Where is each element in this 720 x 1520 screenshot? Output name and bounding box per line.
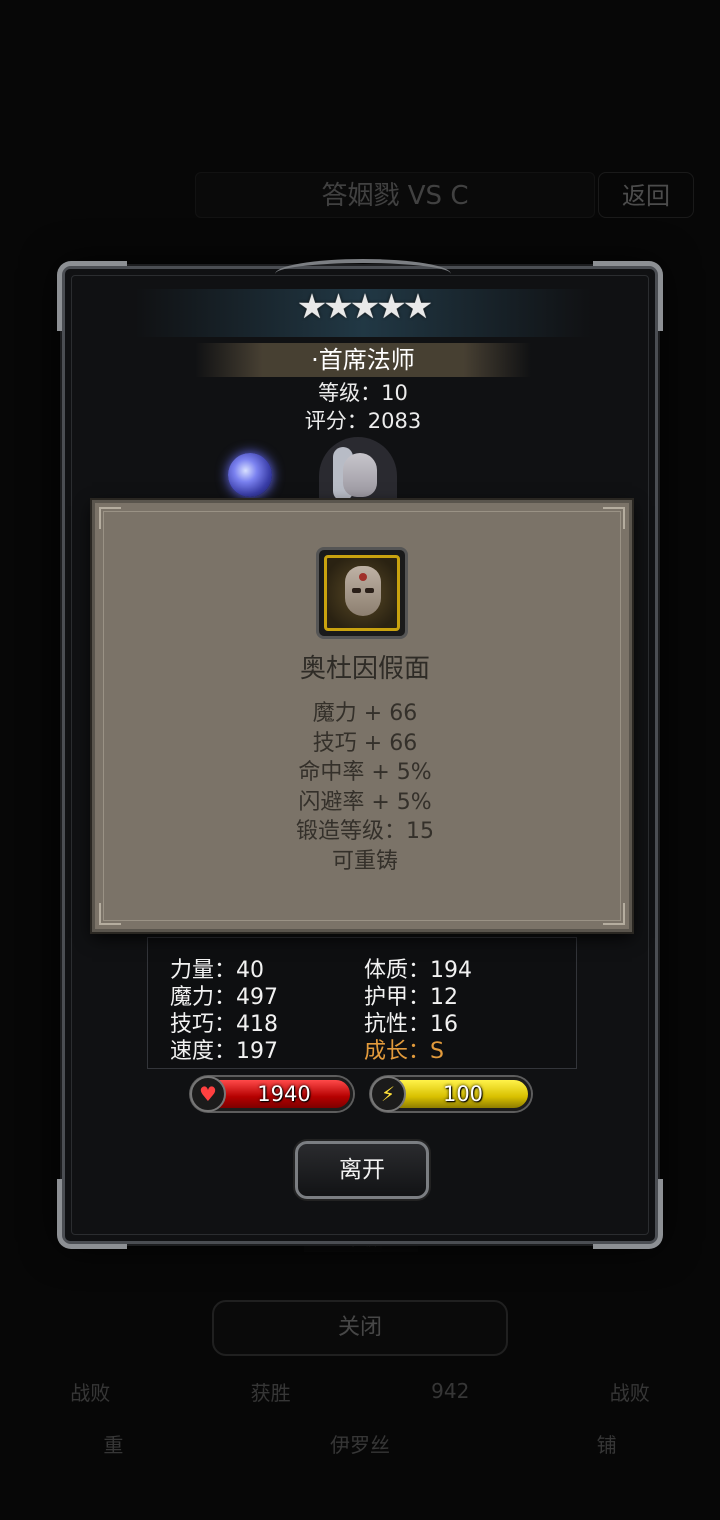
hp-bar: ♥ 1940 bbox=[190, 1076, 353, 1112]
background-name-3: 铺 bbox=[596, 1432, 617, 1457]
mask-shape bbox=[345, 566, 381, 616]
background-match-title: 答姻戮 VS C bbox=[195, 172, 595, 218]
background-result-1: 战败 bbox=[70, 1380, 111, 1405]
panel-corner bbox=[99, 903, 121, 925]
item-stat: 可重铸 bbox=[331, 848, 398, 874]
background-return-button: 返回 bbox=[598, 172, 694, 218]
item-name: 奥杜因假面 bbox=[299, 654, 430, 684]
item-stat: 命中率 + 5% bbox=[298, 760, 432, 786]
item-slot bbox=[316, 547, 408, 639]
frame-corner-ornament bbox=[57, 1179, 127, 1249]
hp-value: 1940 bbox=[257, 1082, 311, 1106]
panel-corner bbox=[99, 507, 121, 529]
mask-item-icon bbox=[324, 555, 400, 631]
frame-top-ornament bbox=[275, 259, 451, 289]
panel-corner bbox=[603, 903, 625, 925]
frame-corner-ornament bbox=[593, 1179, 663, 1249]
background-result-3: 942 bbox=[431, 1379, 470, 1403]
hero-level: 等级：10 bbox=[318, 381, 408, 405]
hero-score: 评分：2083 bbox=[304, 409, 422, 433]
item-stat: 技巧 + 66 bbox=[312, 730, 418, 756]
energy-value: 100 bbox=[442, 1082, 484, 1106]
lightning-icon: ⚡ bbox=[370, 1076, 406, 1112]
portrait-face bbox=[343, 453, 377, 497]
background-result-4: 战败 bbox=[609, 1380, 650, 1405]
item-stat: 闪避率 + 5% bbox=[298, 789, 432, 815]
energy-bar: ⚡ 100 bbox=[370, 1076, 531, 1112]
magic-orb-icon[interactable] bbox=[228, 453, 272, 497]
panel-corner bbox=[603, 507, 625, 529]
item-stat: 魔力 + 66 bbox=[312, 701, 418, 726]
background-close-button: 关闭 bbox=[212, 1300, 508, 1356]
hero-stats-table: 力量：40 体质：194 魔力：497 护甲：12 技巧：418 抗性：16 速… bbox=[147, 937, 577, 1069]
stat-speed: 速度：197 bbox=[170, 1039, 278, 1064]
background-result-2: 获胜 bbox=[250, 1380, 291, 1405]
star-rating-icon: ★★★★★ bbox=[296, 287, 433, 327]
hero-portrait bbox=[319, 437, 397, 517]
mask-eye bbox=[365, 588, 374, 593]
background-name-1: 重 bbox=[103, 1432, 124, 1457]
background-names-row: 重 伊罗丝 铺 bbox=[0, 1420, 720, 1466]
hero-name: ·首席法师 bbox=[311, 346, 415, 374]
item-tooltip-panel: 奥杜因假面 魔力 + 66 技巧 + 66 命中率 + 5% 闪避率 + 5% … bbox=[92, 500, 632, 932]
item-stats-list: 魔力 + 66 技巧 + 66 命中率 + 5% 闪避率 + 5% 锻造等级：1… bbox=[95, 699, 635, 877]
stat-growth: 成长：S bbox=[364, 1039, 444, 1064]
mask-mark bbox=[359, 573, 367, 581]
mask-eye bbox=[352, 588, 361, 593]
heart-icon: ♥ bbox=[190, 1076, 226, 1112]
background-name-2: 伊罗丝 bbox=[329, 1432, 390, 1457]
item-stat: 锻造等级：15 bbox=[296, 819, 434, 845]
background-results-row: 战败 获胜 942 战败 bbox=[0, 1368, 720, 1414]
leave-button[interactable]: 离开 bbox=[295, 1141, 429, 1199]
